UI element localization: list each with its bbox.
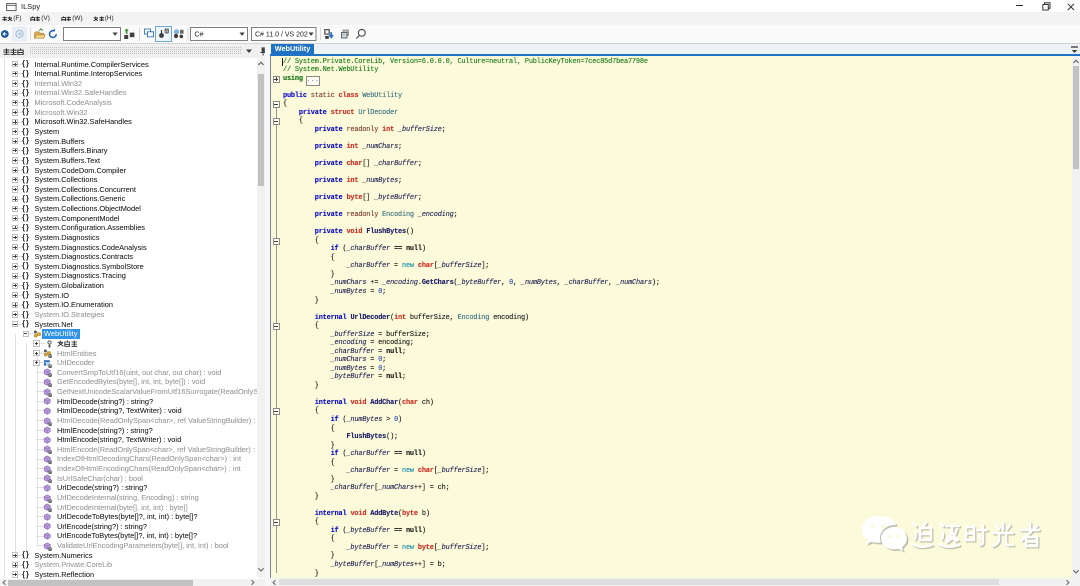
svg-text:C# 11.0 / VS 202: C# 11.0 / VS 202 — [255, 31, 308, 38]
svg-text:A: A — [165, 29, 168, 34]
svg-text:C#: C# — [195, 31, 204, 38]
